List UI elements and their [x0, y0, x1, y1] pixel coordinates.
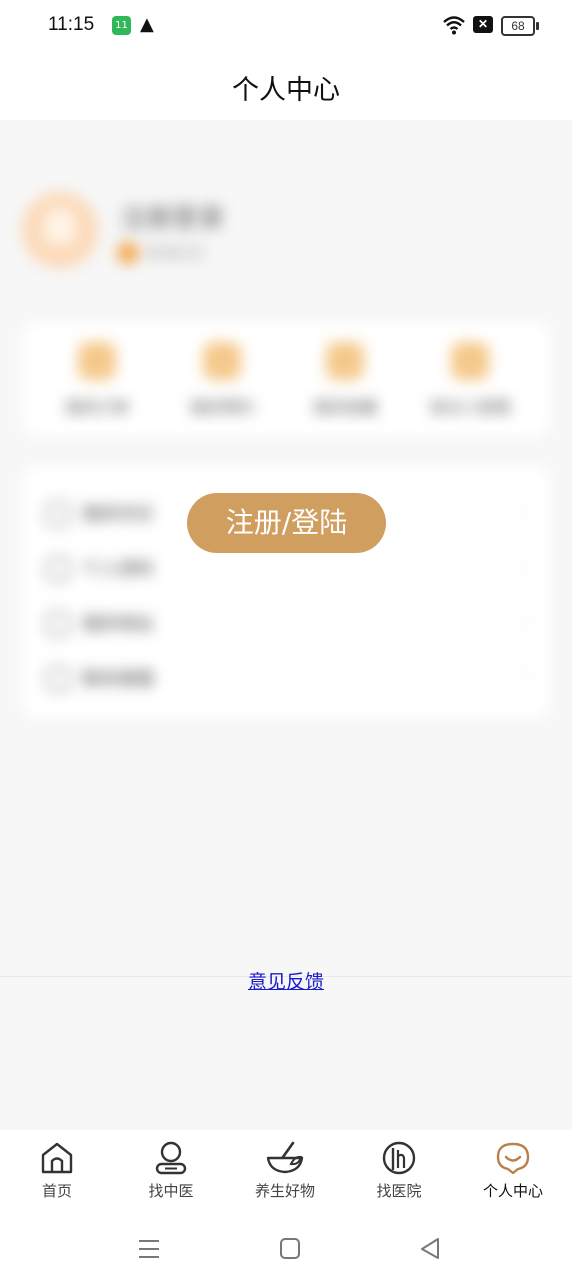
quick-action-label: 就诊人管理: [429, 398, 510, 417]
favorite-icon: [326, 342, 364, 380]
menu-item-icon: [46, 502, 70, 526]
mortar-icon: [266, 1141, 304, 1174]
menu-item-label: 个人资料: [82, 559, 154, 580]
login-register-button[interactable]: 注册/登陆: [187, 493, 386, 553]
profile-nickname: 注册登录: [120, 204, 225, 234]
avatar-person-icon: [44, 208, 76, 244]
status-time: 11:15: [48, 14, 95, 35]
home-icon: [41, 1142, 73, 1174]
warning-icon: ▲: [140, 14, 154, 35]
home-square-icon[interactable]: [275, 1236, 305, 1262]
tab-label: 首页: [41, 1182, 72, 1200]
quick-action-appointments[interactable]: 我的预约: [167, 342, 277, 418]
tab-wellness-goods[interactable]: 养生好物: [228, 1140, 342, 1201]
menu-item[interactable]: 联系客服 ›: [42, 657, 532, 697]
profile-section: 注册登录 普通会员: [0, 170, 572, 280]
profile-level: 普通会员: [145, 244, 206, 262]
tab-label: 找医院: [376, 1182, 422, 1200]
chevron-right-icon: ›: [520, 610, 528, 631]
tab-find-doctor[interactable]: 找中医: [114, 1140, 228, 1201]
battery-icon: 68: [501, 16, 539, 36]
quick-actions-card: 我的订单 我的预约 我的收藏 就诊人管理: [22, 322, 550, 436]
tab-profile[interactable]: 个人中心: [456, 1140, 570, 1201]
feedback-link[interactable]: 意见反馈: [0, 967, 572, 994]
tab-label: 养生好物: [254, 1182, 315, 1200]
page-title: 个人中心: [232, 75, 340, 106]
page-header: 个人中心: [0, 52, 572, 120]
chevron-right-icon: ›: [520, 500, 528, 521]
menu-item-icon: [46, 667, 70, 691]
menu-item[interactable]: 个人资料 ›: [42, 547, 532, 587]
order-icon: [78, 342, 116, 380]
quick-action-orders[interactable]: 我的订单: [42, 342, 152, 418]
profile-icon: [496, 1142, 530, 1175]
menu-item-label: 我的问诊: [82, 504, 154, 525]
menu-item-label: 我的地址: [82, 614, 154, 635]
appointment-icon: [203, 342, 241, 380]
back-triangle-icon[interactable]: [416, 1236, 446, 1262]
tab-home[interactable]: 首页: [0, 1140, 114, 1201]
menu-icon[interactable]: [134, 1236, 164, 1262]
app-notification-icon: 11: [112, 16, 131, 35]
hospital-icon: [382, 1141, 416, 1175]
menu-item[interactable]: 我的地址 ›: [42, 602, 532, 642]
quick-action-label: 我的预约: [189, 398, 254, 417]
menu-item-icon: [46, 557, 70, 581]
menu-item-icon: [46, 612, 70, 636]
doctor-icon: [155, 1141, 187, 1175]
quick-action-patients[interactable]: 就诊人管理: [415, 342, 525, 418]
wifi-icon: [442, 15, 466, 39]
chevron-right-icon: ›: [520, 555, 528, 576]
level-badge-icon: [117, 242, 139, 264]
chevron-right-icon: ›: [520, 665, 528, 686]
patient-icon: [451, 342, 489, 380]
system-nav-bar: [0, 1218, 572, 1280]
tab-find-hospital[interactable]: 找医院: [342, 1140, 456, 1201]
no-sim-icon: ✕: [473, 16, 493, 33]
status-bar: 11:15 11 ▲ ✕ 68: [0, 0, 572, 52]
menu-item-label: 联系客服: [82, 669, 154, 690]
bottom-tab-bar: 首页 找中医 养生好物 找医院 个人中心: [0, 1130, 572, 1218]
quick-action-favorites[interactable]: 我的收藏: [290, 342, 400, 418]
quick-action-label: 我的收藏: [312, 398, 377, 417]
quick-action-label: 我的订单: [64, 398, 129, 417]
tab-label: 个人中心: [482, 1182, 543, 1200]
tab-label: 找中医: [148, 1182, 194, 1200]
